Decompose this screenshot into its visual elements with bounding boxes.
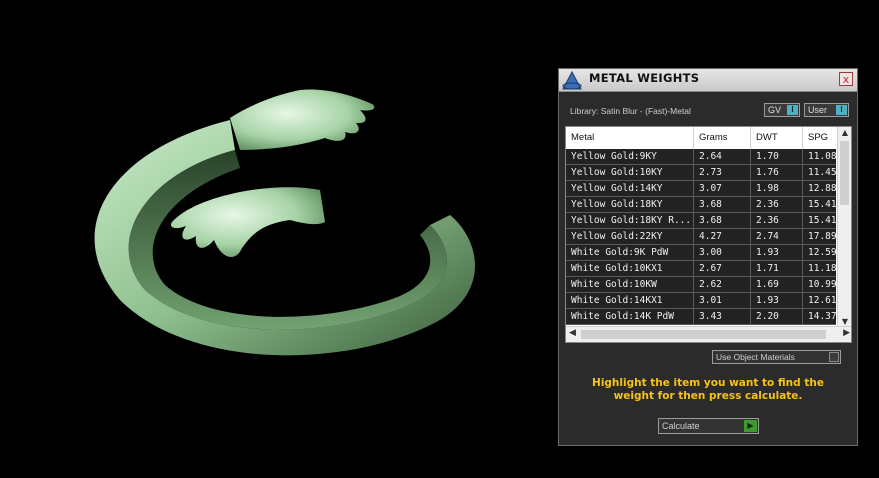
close-button[interactable]: x xyxy=(839,72,853,86)
table-row[interactable]: White Gold:14K PdW 3.43 2.20 14.37 xyxy=(566,309,843,325)
cell-dwt: 2.74 xyxy=(751,229,803,244)
library-label: Library: Satin Blur - (Fast)-Metal xyxy=(570,106,691,116)
use-object-materials-toggle[interactable]: Use Object Materials xyxy=(712,350,841,364)
cell-grams: 3.43 xyxy=(694,309,751,324)
table-header: Metal Grams DWT SPG xyxy=(566,127,843,149)
cell-grams: 3.68 xyxy=(694,213,751,228)
table-row[interactable]: Yellow Gold:10KY 2.73 1.76 11.45 xyxy=(566,165,843,181)
scroll-right-icon[interactable]: ▶ xyxy=(843,328,850,338)
panel-title: METAL WEIGHTS xyxy=(589,71,700,85)
metal-weights-panel: METAL WEIGHTS x Library: Satin Blur - (F… xyxy=(558,68,858,446)
cell-metal: Yellow Gold:14KY xyxy=(566,181,694,196)
scroll-up-icon[interactable]: ▲ xyxy=(840,128,850,137)
user-toggle-label: User xyxy=(808,105,828,115)
scroll-down-icon[interactable]: ▼ xyxy=(840,317,850,326)
metal-table: Metal Grams DWT SPG Yellow Gold:9KY 2.64 1… xyxy=(565,126,852,343)
lower-hand xyxy=(170,187,325,258)
table-row[interactable]: White Gold:10KX1 2.67 1.71 11.18 xyxy=(566,261,843,277)
panel-titlebar[interactable]: METAL WEIGHTS x xyxy=(559,69,857,92)
column-header-metal[interactable]: Metal xyxy=(566,127,694,149)
cell-dwt: 1.69 xyxy=(751,277,803,292)
table-row[interactable]: White Gold:10KW 2.62 1.69 10.99 xyxy=(566,277,843,293)
table-row[interactable]: Yellow Gold:18KY R... 3.68 2.36 15.41 xyxy=(566,213,843,229)
cell-grams: 4.27 xyxy=(694,229,751,244)
cell-dwt: 1.70 xyxy=(751,149,803,164)
cell-dwt: 1.71 xyxy=(751,261,803,276)
calculate-button[interactable]: Calculate ▶ xyxy=(658,418,759,434)
cell-grams: 2.62 xyxy=(694,277,751,292)
use-object-materials-label: Use Object Materials xyxy=(716,352,795,362)
cell-metal: White Gold:9K PdW xyxy=(566,245,694,260)
table-row[interactable]: Yellow Gold:9KY 2.64 1.70 11.08 xyxy=(566,149,843,165)
table-row[interactable]: Yellow Gold:22KY 4.27 2.74 17.89 xyxy=(566,229,843,245)
cell-metal: Yellow Gold:10KY xyxy=(566,165,694,180)
column-header-dwt[interactable]: DWT xyxy=(751,127,803,149)
app-logo-icon xyxy=(562,70,582,90)
cell-grams: 3.01 xyxy=(694,293,751,308)
cell-grams: 2.67 xyxy=(694,261,751,276)
cell-metal: Yellow Gold:9KY xyxy=(566,149,694,164)
cell-grams: 2.73 xyxy=(694,165,751,180)
cell-metal: White Gold:14KX1 xyxy=(566,293,694,308)
table-row[interactable]: White Gold:9K PdW 3.00 1.93 12.59 xyxy=(566,245,843,261)
calculate-label: Calculate xyxy=(662,421,700,431)
cell-metal: White Gold:10KW xyxy=(566,277,694,292)
radio-icon xyxy=(829,352,839,362)
cell-grams: 2.64 xyxy=(694,149,751,164)
table-body: Yellow Gold:9KY 2.64 1.70 11.08 Yellow Gold… xyxy=(566,149,843,325)
cell-metal: Yellow Gold:22KY xyxy=(566,229,694,244)
table-row[interactable]: Yellow Gold:14KY 3.07 1.98 12.88 xyxy=(566,181,843,197)
cell-metal: Yellow Gold:18KY R... xyxy=(566,213,694,228)
cell-grams: 3.07 xyxy=(694,181,751,196)
cell-dwt: 1.98 xyxy=(751,181,803,196)
table-row[interactable]: White Gold:14KX1 3.01 1.93 12.61 xyxy=(566,293,843,309)
cell-dwt: 2.20 xyxy=(751,309,803,324)
cell-dwt: 1.93 xyxy=(751,293,803,308)
user-toggle-knob: I xyxy=(836,105,847,115)
cell-grams: 3.68 xyxy=(694,197,751,212)
horizontal-scrollbar[interactable]: ◀ ▶ xyxy=(566,326,851,342)
cell-dwt: 2.36 xyxy=(751,197,803,212)
play-icon: ▶ xyxy=(744,420,757,432)
cell-dwt: 2.36 xyxy=(751,213,803,228)
cell-grams: 3.00 xyxy=(694,245,751,260)
gv-toggle-knob: I xyxy=(787,105,798,115)
gv-toggle[interactable]: GV I xyxy=(764,103,800,117)
cell-metal: Yellow Gold:18KY xyxy=(566,197,694,212)
cell-dwt: 1.76 xyxy=(751,165,803,180)
upper-hand xyxy=(230,89,375,150)
vertical-scrollbar[interactable]: ▲ ▼ xyxy=(837,127,851,327)
instruction-text: Highlight the item you want to find the … xyxy=(592,377,824,402)
gv-toggle-label: GV xyxy=(768,105,782,115)
table-row[interactable]: Yellow Gold:18KY 3.68 2.36 15.41 xyxy=(566,197,843,213)
scroll-left-icon[interactable]: ◀ xyxy=(569,328,576,338)
cell-dwt: 1.93 xyxy=(751,245,803,260)
column-header-grams[interactable]: Grams xyxy=(694,127,751,149)
cell-metal: White Gold:10KX1 xyxy=(566,261,694,276)
cell-metal: White Gold:14K PdW xyxy=(566,309,694,324)
vertical-scroll-thumb[interactable] xyxy=(840,141,849,205)
user-toggle[interactable]: User I xyxy=(804,103,849,117)
horizontal-scroll-thumb[interactable] xyxy=(581,330,826,339)
